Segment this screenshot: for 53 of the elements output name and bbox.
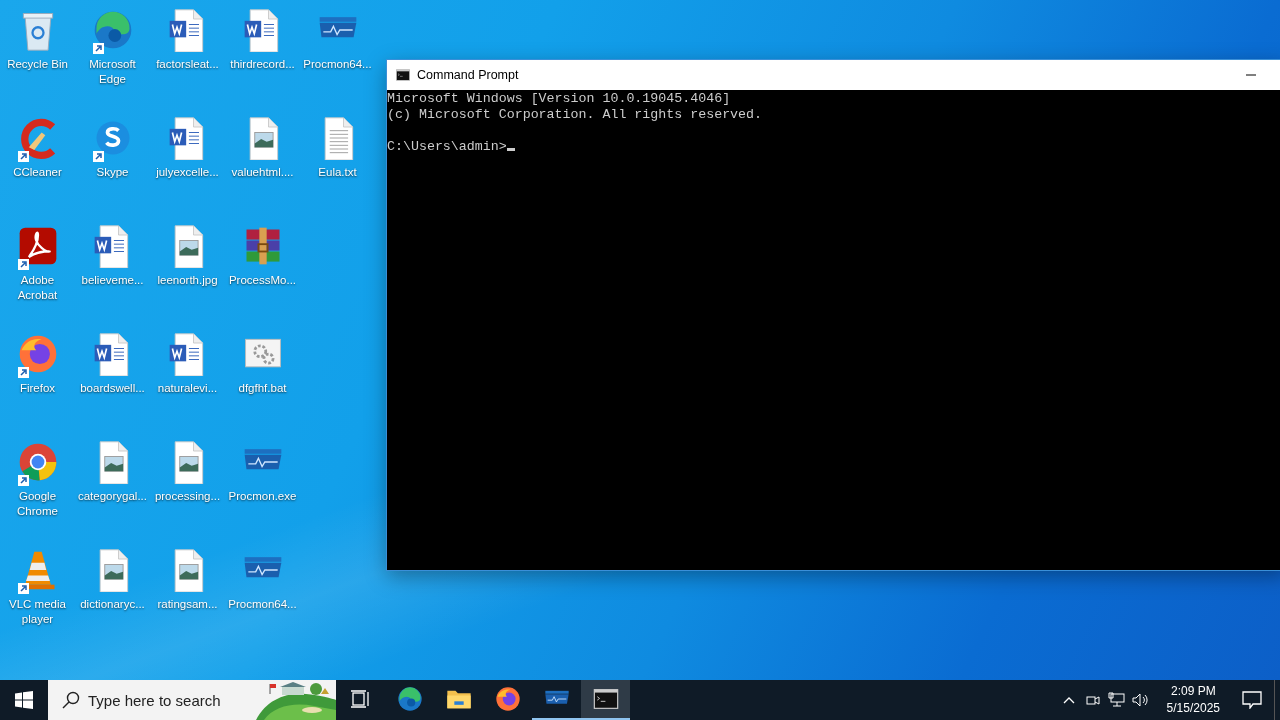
shortcut-arrow-icon [92, 43, 104, 54]
icon-label: Procmon64... [303, 57, 372, 72]
shortcut-arrow-icon [17, 151, 29, 162]
icon-label: leenorth.jpg [157, 273, 218, 288]
icon-label: naturalevi... [157, 381, 218, 396]
clock[interactable]: 2:09 PM 5/15/2025 [1158, 683, 1228, 717]
icon-label: dfgfhf.bat [238, 381, 287, 396]
icon-label: Google Chrome [16, 489, 59, 519]
icon-label: ProcessMo... [228, 273, 297, 288]
text-cursor [506, 148, 515, 151]
terminal-icon [395, 67, 411, 83]
taskbar-app-button[interactable] [581, 680, 630, 720]
shortcut-arrow-icon [17, 259, 29, 270]
fox-globe-icon [493, 685, 522, 713]
window-title: Command Prompt [417, 68, 520, 82]
icon-label: factorsleat... [156, 57, 219, 72]
icon-label: dictionaryc... [80, 597, 145, 612]
icon-label: julyexcelle... [156, 165, 219, 180]
search-icon [62, 691, 80, 709]
volume-icon [1131, 692, 1150, 708]
task-view-icon [350, 690, 371, 708]
icon-label: VLC media player [8, 597, 67, 627]
console-prompt: C:\Users\admin> [387, 139, 507, 154]
icon-label: Procmon64... [228, 597, 297, 612]
icon-label: processing... [154, 489, 221, 504]
icon-label: Eula.txt [318, 165, 357, 180]
icon-label: Recycle Bin [7, 57, 68, 72]
network-icon [1107, 692, 1126, 708]
console-line: (c) Microsoft Corporation. All rights reserved. [387, 107, 764, 123]
icon-label: Adobe Acrobat [16, 273, 59, 303]
icon-label: believeme... [81, 273, 144, 288]
shortcut-arrow-icon [17, 367, 29, 378]
search-field[interactable]: Type here to search [48, 680, 336, 720]
icon-label: valuehtml.... [231, 165, 294, 180]
icon-label: ratingsam... [157, 597, 218, 612]
windows-logo-icon [15, 691, 33, 709]
icon-label: boardswell... [80, 381, 145, 396]
chevron-up-icon [1062, 696, 1075, 704]
icon-label: CCleaner [13, 165, 62, 180]
icon-label: Skype [96, 165, 129, 180]
search-input[interactable]: Type here to search [88, 691, 228, 709]
speech-bubble-icon [1242, 691, 1262, 709]
edge-browser-icon [395, 685, 424, 713]
console-area[interactable]: Microsoft Windows [Version 10.0.19045.4046] (c) Microsoft Corporation. All rights reserved. C:\Users\admin> [387, 90, 1280, 570]
icon-label: Procmon.exe [228, 489, 297, 504]
icon-label: categorygal... [77, 489, 147, 504]
icon-label: thirdrecord... [230, 57, 295, 72]
icon-label: Microsoft Edge [88, 57, 137, 87]
icon-label: Firefox [19, 381, 56, 396]
shortcut-arrow-icon [17, 475, 29, 486]
shortcut-arrow-icon [92, 151, 104, 162]
console-line: Microsoft Windows [Version 10.0.19045.4046] [387, 91, 732, 107]
shortcut-arrow-icon [17, 583, 29, 594]
